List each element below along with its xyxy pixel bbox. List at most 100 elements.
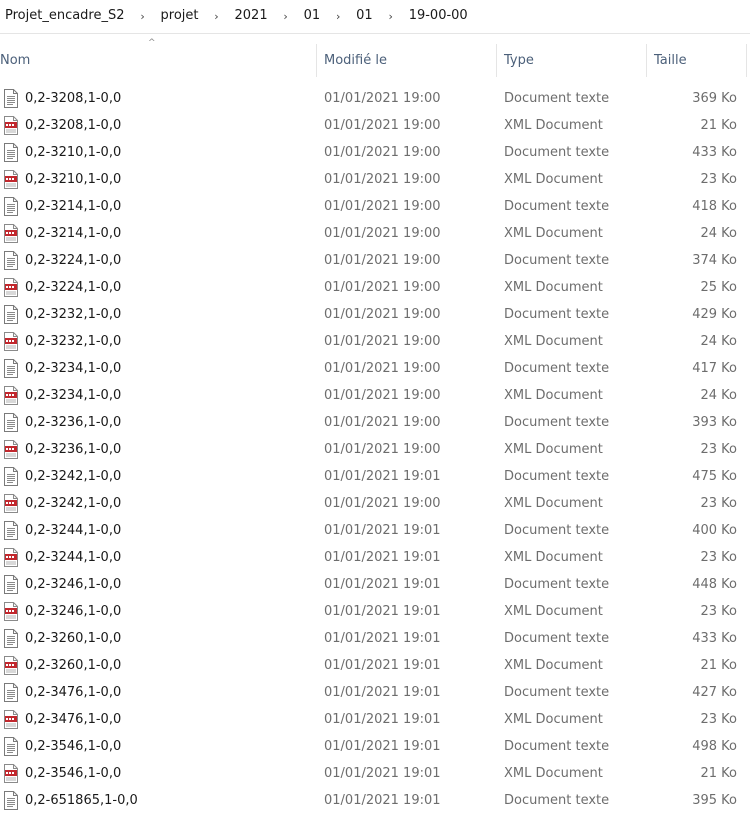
column-divider[interactable]: [646, 44, 647, 77]
file-modified-date: 01/01/2021 19:01: [324, 523, 441, 538]
breadcrumb-item[interactable]: 01: [351, 3, 378, 29]
file-row[interactable]: 0,2-3234,1-0,0 01/01/2021 19:00 XML Docume…: [0, 382, 750, 409]
file-size: 475 Ko: [692, 469, 737, 484]
column-header-modified[interactable]: Modifié le: [324, 44, 496, 77]
file-size: 21 Ko: [700, 766, 737, 781]
column-header-type[interactable]: Type: [504, 44, 646, 77]
file-type: Document texte: [504, 631, 610, 646]
file-size: 24 Ko: [700, 334, 737, 349]
file-row[interactable]: 0,2-3236,1-0,0 01/01/2021 19:00 Document t…: [0, 409, 750, 436]
text-file-icon: [3, 413, 19, 432]
file-row[interactable]: 0,2-3234,1-0,0 01/01/2021 19:00 Document t…: [0, 355, 750, 382]
file-row[interactable]: 0,2-3242,1-0,0 01/01/2021 19:01 Document t…: [0, 463, 750, 490]
chevron-right-icon[interactable]: ›: [130, 10, 156, 23]
file-row[interactable]: 0,2-3208,1-0,0 01/01/2021 19:00 XML Docume…: [0, 112, 750, 139]
file-row[interactable]: 0,2-3236,1-0,0 01/01/2021 19:00 XML Docume…: [0, 436, 750, 463]
xml-file-icon: [3, 764, 19, 783]
file-row[interactable]: 0,2-3214,1-0,0 01/01/2021 19:00 XML Docume…: [0, 220, 750, 247]
file-row[interactable]: 0,2-3476,1-0,0 01/01/2021 19:01 Document t…: [0, 679, 750, 706]
file-size: 433 Ko: [692, 145, 737, 160]
file-size: 24 Ko: [700, 226, 737, 241]
file-type: XML Document: [504, 550, 603, 565]
text-file-icon: [3, 89, 19, 108]
xml-file-icon: [3, 386, 19, 405]
file-size: 23 Ko: [700, 712, 737, 727]
chevron-right-icon[interactable]: ›: [378, 10, 404, 23]
file-name: 0,2-3244,1-0,0: [25, 523, 122, 538]
breadcrumb-item[interactable]: 01: [299, 3, 326, 29]
column-header-name[interactable]: Nom: [0, 44, 316, 77]
file-row[interactable]: 0,2-3232,1-0,0 01/01/2021 19:00 XML Docume…: [0, 328, 750, 355]
breadcrumb-item[interactable]: projet: [156, 3, 204, 29]
file-row[interactable]: 0,2-3260,1-0,0 01/01/2021 19:01 XML Docume…: [0, 652, 750, 679]
file-size: 448 Ko: [692, 577, 737, 592]
file-row[interactable]: 0,2-3246,1-0,0 01/01/2021 19:01 XML Docume…: [0, 598, 750, 625]
chevron-right-icon[interactable]: ›: [325, 10, 351, 23]
file-type: XML Document: [504, 712, 603, 727]
file-row[interactable]: 0,2-3208,1-0,0 01/01/2021 19:00 Document t…: [0, 85, 750, 112]
chevron-right-icon[interactable]: ›: [273, 10, 299, 23]
file-name: 0,2-3224,1-0,0: [25, 253, 122, 268]
file-name: 0,2-3260,1-0,0: [25, 631, 122, 646]
text-file-icon: [3, 251, 19, 270]
breadcrumb-item[interactable]: 2021: [230, 3, 273, 29]
file-type: Document texte: [504, 577, 610, 592]
column-divider[interactable]: [746, 44, 747, 77]
xml-file-icon: [3, 494, 19, 513]
file-size: 400 Ko: [692, 523, 737, 538]
file-name: 0,2-3236,1-0,0: [25, 442, 122, 457]
file-size: 23 Ko: [700, 442, 737, 457]
file-type: Document texte: [504, 199, 610, 214]
file-row[interactable]: 0,2-3210,1-0,0 01/01/2021 19:00 Document t…: [0, 139, 750, 166]
file-name: 0,2-3234,1-0,0: [25, 361, 122, 376]
file-size: 374 Ko: [692, 253, 737, 268]
file-row[interactable]: 0,2-3476,1-0,0 01/01/2021 19:01 XML Docume…: [0, 706, 750, 733]
file-type: XML Document: [504, 226, 603, 241]
column-divider[interactable]: [496, 44, 497, 77]
text-file-icon: [3, 521, 19, 540]
file-modified-date: 01/01/2021 19:00: [324, 253, 441, 268]
file-modified-date: 01/01/2021 19:00: [324, 334, 441, 349]
file-row[interactable]: 0,2-3546,1-0,0 01/01/2021 19:01 XML Docume…: [0, 760, 750, 787]
file-row[interactable]: 0,2-3546,1-0,0 01/01/2021 19:01 Document t…: [0, 733, 750, 760]
column-divider[interactable]: [316, 44, 317, 77]
xml-file-icon: [3, 440, 19, 459]
text-file-icon: [3, 683, 19, 702]
file-type: Document texte: [504, 739, 610, 754]
file-type: Document texte: [504, 307, 610, 322]
file-modified-date: 01/01/2021 19:01: [324, 469, 441, 484]
file-name: 0,2-3214,1-0,0: [25, 226, 122, 241]
breadcrumb: Projet_encadre_S2 › projet › 2021 › 01 › 01 › 19-0…: [0, 0, 750, 32]
file-row[interactable]: 0,2-3224,1-0,0 01/01/2021 19:00 XML Docume…: [0, 274, 750, 301]
file-name: 0,2-3232,1-0,0: [25, 334, 122, 349]
file-row[interactable]: 0,2-3242,1-0,0 01/01/2021 19:00 XML Docume…: [0, 490, 750, 517]
file-modified-date: 01/01/2021 19:01: [324, 577, 441, 592]
breadcrumb-item[interactable]: 19-00-00: [404, 3, 473, 29]
xml-file-icon: [3, 116, 19, 135]
file-modified-date: 01/01/2021 19:00: [324, 145, 441, 160]
file-size: 498 Ko: [692, 739, 737, 754]
file-row[interactable]: 0,2-651865,1-0,0 01/01/2021 19:01 Document…: [0, 787, 750, 814]
file-row[interactable]: 0,2-3246,1-0,0 01/01/2021 19:01 Document t…: [0, 571, 750, 598]
file-type: XML Document: [504, 388, 603, 403]
file-type: XML Document: [504, 442, 603, 457]
file-name: 0,2-651865,1-0,0: [25, 793, 138, 808]
file-row[interactable]: 0,2-3210,1-0,0 01/01/2021 19:00 XML Docume…: [0, 166, 750, 193]
file-row[interactable]: 0,2-3224,1-0,0 01/01/2021 19:00 Document t…: [0, 247, 750, 274]
file-row[interactable]: 0,2-3214,1-0,0 01/01/2021 19:00 Document t…: [0, 193, 750, 220]
xml-file-icon: [3, 170, 19, 189]
column-header-size[interactable]: Taille: [654, 44, 746, 77]
file-row[interactable]: 0,2-3244,1-0,0 01/01/2021 19:01 XML Docume…: [0, 544, 750, 571]
file-row[interactable]: 0,2-3244,1-0,0 01/01/2021 19:01 Document t…: [0, 517, 750, 544]
file-name: 0,2-3224,1-0,0: [25, 280, 122, 295]
file-name: 0,2-3246,1-0,0: [25, 604, 122, 619]
breadcrumb-item[interactable]: Projet_encadre_S2: [0, 3, 130, 29]
chevron-right-icon[interactable]: ›: [204, 10, 230, 23]
file-size: 427 Ko: [692, 685, 737, 700]
file-row[interactable]: 0,2-3232,1-0,0 01/01/2021 19:00 Document t…: [0, 301, 750, 328]
file-row[interactable]: 0,2-3260,1-0,0 01/01/2021 19:01 Document t…: [0, 625, 750, 652]
file-size: 24 Ko: [700, 388, 737, 403]
file-modified-date: 01/01/2021 19:01: [324, 739, 441, 754]
file-modified-date: 01/01/2021 19:01: [324, 766, 441, 781]
file-name: 0,2-3260,1-0,0: [25, 658, 122, 673]
